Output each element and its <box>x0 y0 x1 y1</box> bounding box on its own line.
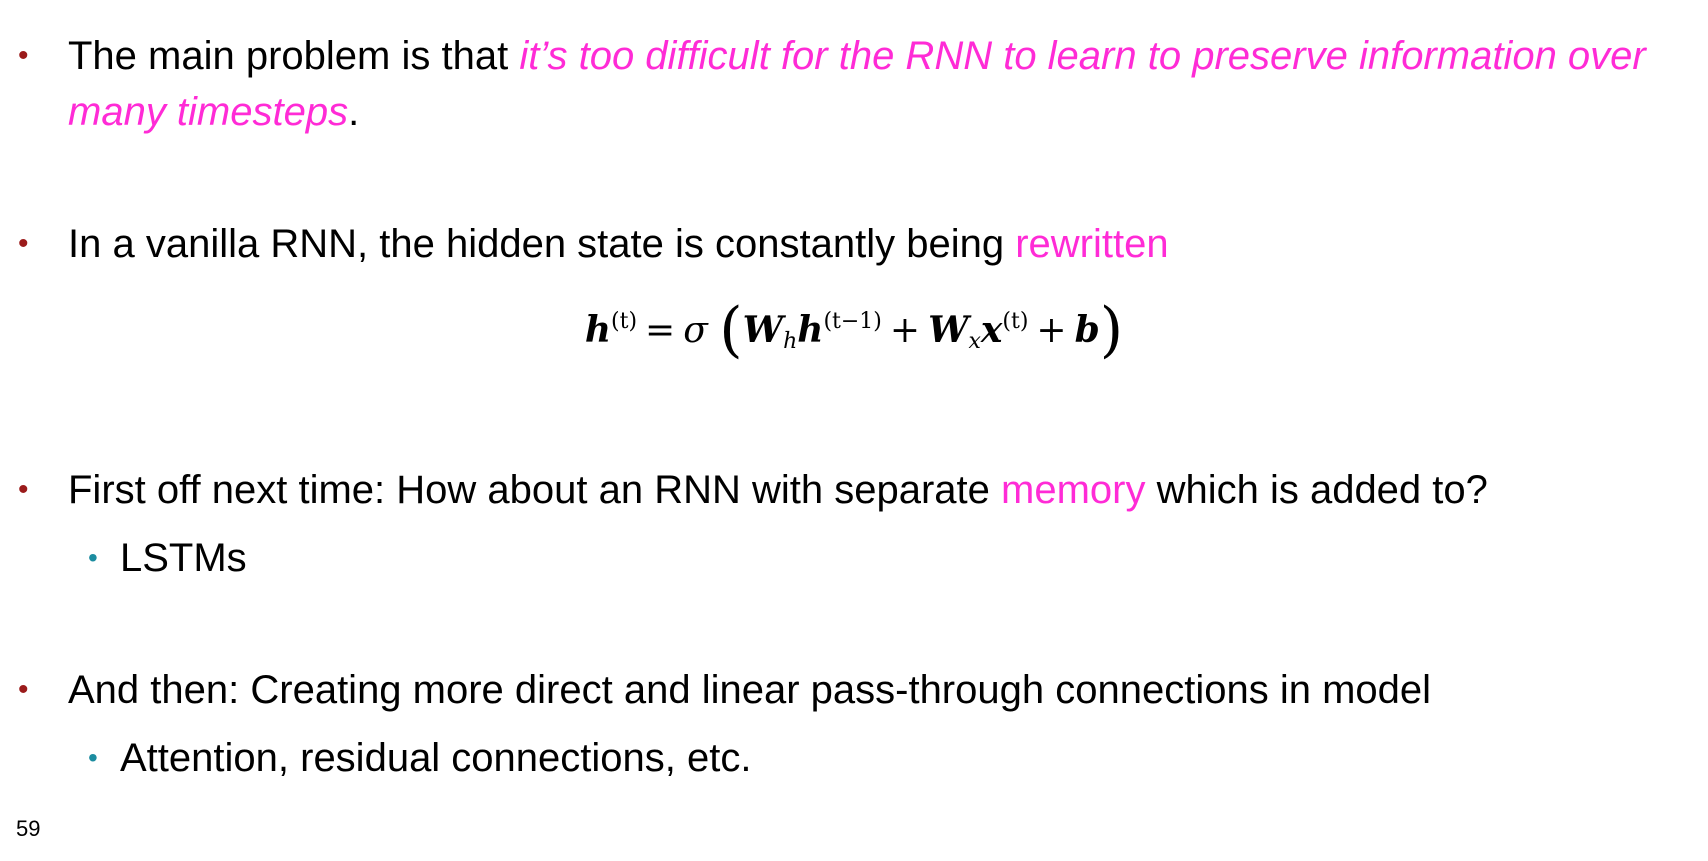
eq-equals: = <box>645 310 676 351</box>
eq-x-sup: (t) <box>1002 309 1029 334</box>
eq-open-paren: ( <box>719 295 743 365</box>
bullet-4-text: And then: Creating more direct and linea… <box>68 668 1432 712</box>
eq-w1: W <box>742 309 784 351</box>
eq-h2-sup: (t−1) <box>823 309 882 334</box>
eq-close-paren: ) <box>1099 295 1124 365</box>
eq-plus-1: + <box>889 310 921 351</box>
sub-bullet-dot-icon: • <box>88 542 98 573</box>
bullet-dot-icon: • <box>18 39 29 72</box>
bullet-1-pre: The main problem is that <box>68 34 520 78</box>
bullet-dot-icon: • <box>18 227 29 260</box>
eq-lhs-sup: (t) <box>611 309 638 334</box>
bullet-2-highlight: rewritten <box>1015 222 1169 266</box>
eq-b: b <box>1074 309 1100 351</box>
eq-lhs: h <box>584 309 612 351</box>
bullet-3-highlight: memory <box>1001 468 1146 512</box>
bullet-3-pre: First off next time: How about an RNN wi… <box>68 468 1001 512</box>
bullet-2-pre: In a vanilla RNN, the hidden state is co… <box>68 222 1016 266</box>
bullet-dot-icon: • <box>18 473 29 506</box>
eq-h2: h <box>797 309 824 351</box>
slide: • The main problem is that it’s too diff… <box>0 0 1708 861</box>
bullet-3-text: First off next time: How about an RNN wi… <box>68 462 1688 518</box>
bullet-dot-icon: • <box>18 673 29 706</box>
eq-w2-sub: x <box>968 329 981 354</box>
bullet-2-text: In a vanilla RNN, the hidden state is co… <box>68 216 1688 272</box>
eq-plus-2: + <box>1036 310 1067 351</box>
eq-x: x <box>980 309 1003 351</box>
eq-w2: W <box>928 309 969 351</box>
bullet-3-sub-text: LSTMs <box>120 536 247 580</box>
eq-sigma: σ <box>683 310 708 351</box>
bullet-1-text: The main problem is that it’s too diffic… <box>68 28 1688 140</box>
bullet-1-post: . <box>348 90 360 134</box>
page-number: 59 <box>16 816 41 841</box>
bullet-4-sub-text: Attention, residual connections, etc. <box>120 736 752 780</box>
sub-bullet-dot-icon: • <box>88 742 98 773</box>
rnn-equation: h(t) = σ (Whh(t−1) + Wxx(t) + b) <box>0 282 1708 365</box>
eq-w1-sub: h <box>783 329 798 354</box>
bullet-3-post: which is added to? <box>1145 468 1488 512</box>
